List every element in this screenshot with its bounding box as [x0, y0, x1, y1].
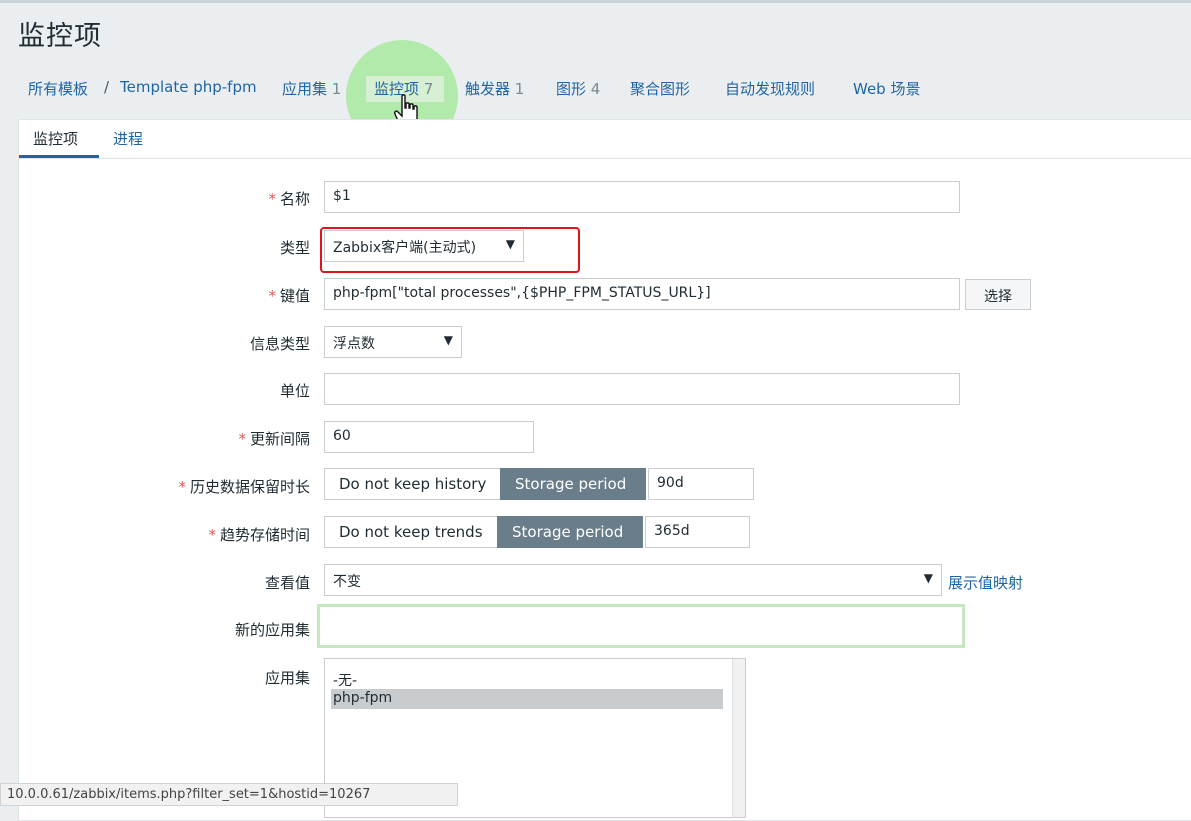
history-label: * 历史数据保留时长: [178, 478, 310, 496]
highlight-box: [320, 227, 580, 273]
name-input[interactable]: $1: [324, 181, 960, 213]
key-label: * 键值: [268, 287, 310, 305]
breadcrumb-all-templates[interactable]: 所有模板: [28, 78, 88, 99]
info-type-label: 信息类型: [249, 335, 310, 353]
history-storage-period-button[interactable]: Storage period: [500, 468, 646, 500]
new-app-input[interactable]: [324, 611, 958, 641]
show-value-mapping-link[interactable]: 展示值映射: [948, 572, 1023, 593]
trends-label: * 趋势存储时间: [208, 526, 310, 544]
tab-web-scenarios[interactable]: Web 场景: [853, 78, 920, 99]
subtab-process[interactable]: 进程: [113, 128, 143, 149]
show-value-select[interactable]: 不变 ▼: [324, 564, 942, 596]
tab-screens[interactable]: 聚合图形: [630, 78, 690, 99]
chevron-down-icon: ▼: [923, 571, 933, 585]
units-label: 单位: [279, 382, 310, 400]
listbox-scrollbar[interactable]: [732, 659, 745, 817]
subtab-item[interactable]: 监控项: [33, 128, 78, 149]
list-item[interactable]: -无-: [331, 669, 723, 689]
new-app-label: 新的应用集: [234, 621, 310, 639]
tab-graphs[interactable]: 图形 4: [556, 78, 600, 99]
top-border: [0, 0, 1191, 3]
trends-storage-period-button[interactable]: Storage period: [497, 516, 643, 548]
units-input[interactable]: [324, 373, 960, 405]
subtab-active-indicator: [19, 155, 99, 158]
chevron-down-icon: ▼: [443, 333, 453, 347]
history-period-input[interactable]: 90d: [648, 468, 754, 500]
type-label: 类型: [279, 239, 310, 257]
trends-period-input[interactable]: 365d: [645, 516, 750, 548]
name-label: * 名称: [268, 190, 310, 208]
history-do-not-keep-button[interactable]: Do not keep history: [324, 468, 501, 500]
tab-triggers[interactable]: 触发器 1: [465, 78, 524, 99]
trends-do-not-keep-button[interactable]: Do not keep trends: [324, 516, 498, 548]
breadcrumb-template[interactable]: Template php-fpm: [120, 78, 257, 96]
key-input[interactable]: php-fpm["total processes",{$PHP_FPM_STAT…: [324, 278, 960, 310]
subtabs: 监控项 进程: [19, 120, 1191, 159]
tab-discovery-rules[interactable]: 自动发现规则: [725, 78, 815, 99]
interval-input[interactable]: 60: [324, 421, 534, 453]
info-type-select[interactable]: 浮点数 ▼: [324, 326, 462, 358]
interval-label: * 更新间隔: [238, 430, 310, 448]
applications-label: 应用集: [264, 669, 310, 687]
list-item[interactable]: php-fpm: [331, 689, 723, 709]
tab-applications[interactable]: 应用集 1: [282, 78, 341, 99]
show-value-selected: 不变: [333, 574, 361, 590]
show-value-label: 查看值: [264, 574, 310, 592]
browser-status-url: 10.0.0.61/zabbix/items.php?filter_set=1&…: [0, 783, 458, 806]
page-title: 监控项: [18, 21, 102, 52]
breadcrumb-separator: /: [104, 78, 110, 96]
info-type-value: 浮点数: [333, 336, 375, 352]
select-key-button[interactable]: 选择: [965, 279, 1031, 310]
